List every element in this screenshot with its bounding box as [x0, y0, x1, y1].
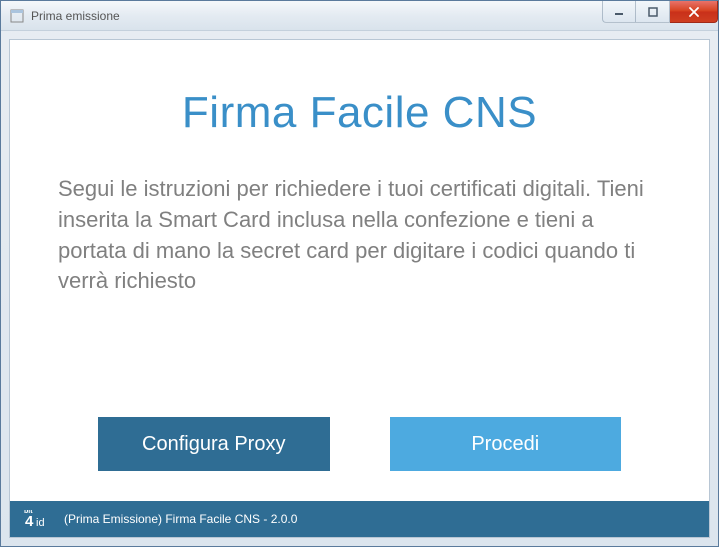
minimize-button[interactable]	[602, 1, 636, 23]
proceed-button[interactable]: Procedi	[390, 417, 622, 471]
content-main: Firma Facile CNS Segui le istruzioni per…	[10, 40, 709, 417]
statusbar: bit 4 id (Prima Emissione) Firma Facile …	[10, 501, 709, 537]
brand-logo-icon: bit 4 id	[24, 510, 52, 528]
button-row: Configura Proxy Procedi	[10, 417, 709, 501]
status-text: (Prima Emissione) Firma Facile CNS - 2.0…	[64, 512, 297, 526]
window-title: Prima emissione	[31, 9, 120, 23]
svg-text:4: 4	[25, 513, 34, 528]
configure-proxy-button[interactable]: Configura Proxy	[98, 417, 330, 471]
titlebar: Prima emissione	[1, 1, 718, 31]
maximize-button[interactable]	[636, 1, 670, 23]
app-window: Prima emissione Firma Facile CNS Segui l…	[0, 0, 719, 547]
content-frame: Firma Facile CNS Segui le istruzioni per…	[9, 39, 710, 538]
page-title: Firma Facile CNS	[58, 88, 661, 138]
close-button[interactable]	[670, 1, 718, 23]
app-icon	[9, 8, 25, 24]
instructions-text: Segui le istruzioni per richiedere i tuo…	[58, 174, 661, 297]
svg-text:id: id	[36, 517, 45, 528]
window-controls	[602, 1, 718, 23]
